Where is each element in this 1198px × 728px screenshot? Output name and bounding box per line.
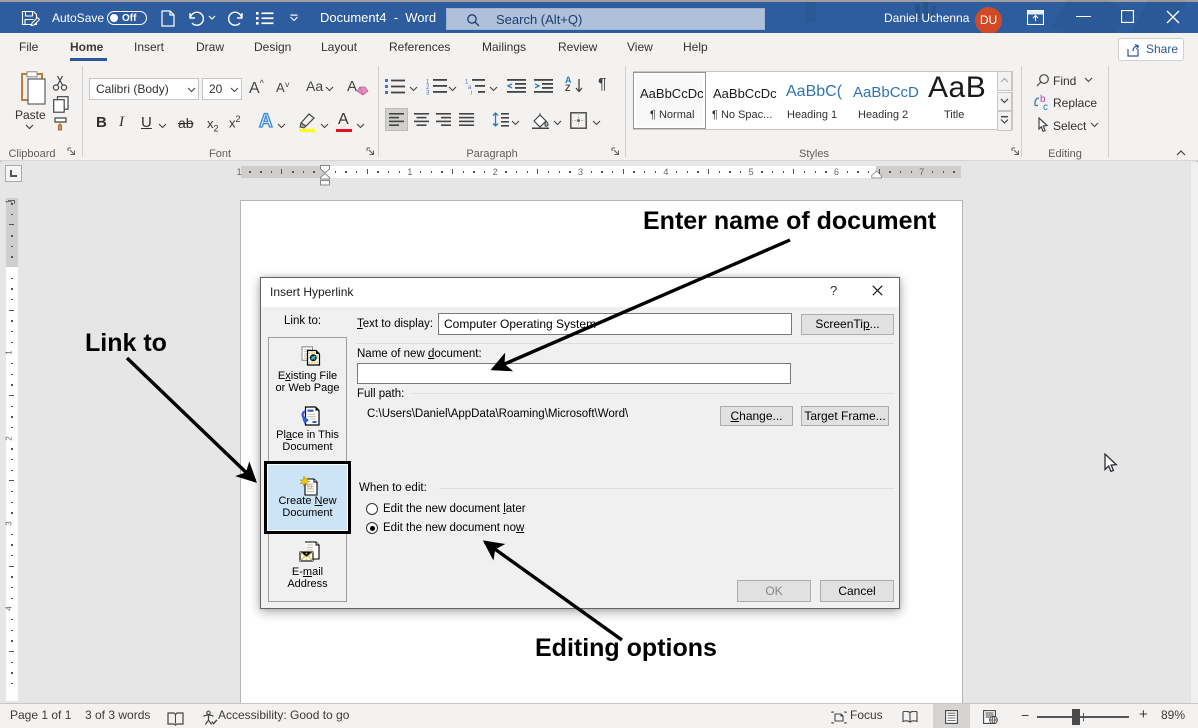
svg-text:c: c bbox=[1043, 102, 1048, 111]
svg-text:3: 3 bbox=[426, 91, 430, 96]
svg-text:i: i bbox=[471, 91, 472, 96]
